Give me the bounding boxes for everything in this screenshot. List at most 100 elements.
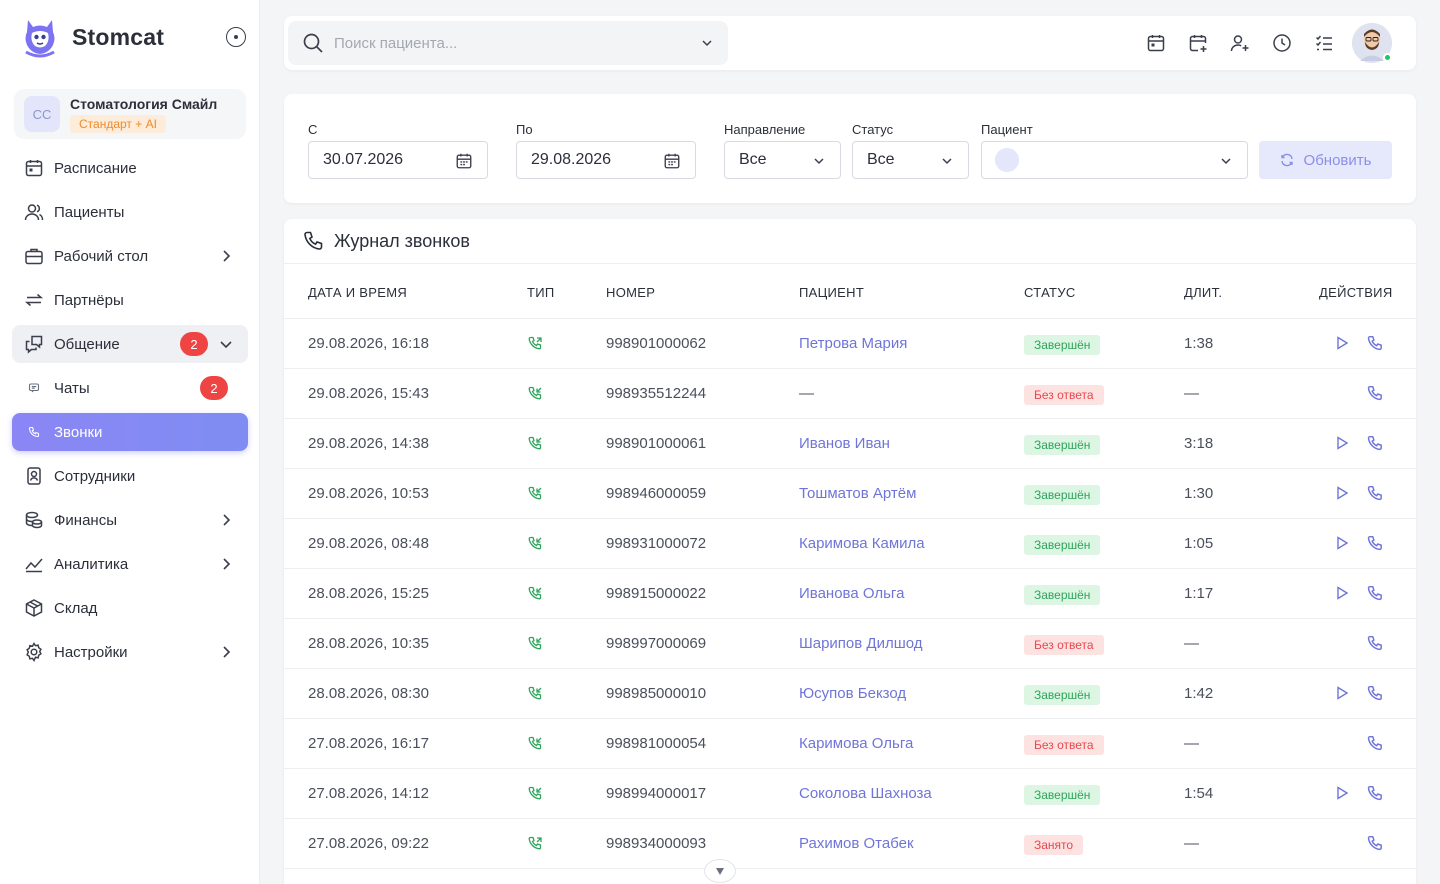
sidebar-item-finance[interactable]: Финансы <box>12 501 248 539</box>
column-header: СТАТУС <box>1024 285 1076 300</box>
incoming-call-icon <box>528 386 542 400</box>
call-back-icon[interactable] <box>1366 735 1384 753</box>
add-appointment-button[interactable] <box>1182 27 1214 59</box>
sidebar-item-analytics[interactable]: Аналитика <box>12 545 248 583</box>
clinic-switcher[interactable]: СС Стоматология Смайл Стандарт + AI <box>14 89 246 139</box>
table-row[interactable]: 27.08.2026, 16:17 998981000054 Каримова Ол… <box>284 719 1416 769</box>
call-datetime: 29.08.2026, 08:48 <box>308 535 429 552</box>
play-recording-icon[interactable] <box>1334 685 1350 701</box>
call-back-icon[interactable] <box>1366 385 1384 403</box>
chevron-right-icon <box>223 250 231 262</box>
outgoing-call-icon <box>528 836 542 850</box>
status-badge: Без ответа <box>1024 735 1104 755</box>
patient-search[interactable] <box>288 21 728 65</box>
table-row[interactable]: 27.08.2026, 14:12 998994000017 Соколова Ша… <box>284 769 1416 819</box>
play-recording-icon[interactable] <box>1334 585 1350 601</box>
status-select[interactable]: Все <box>852 141 969 179</box>
call-back-icon[interactable] <box>1366 585 1384 603</box>
table-row[interactable]: 27.08.2026, 09:22 998934000093 Рахимов Ота… <box>284 819 1416 869</box>
patient-link[interactable]: Тошматов Артём <box>799 485 916 502</box>
add-patient-button[interactable] <box>1224 27 1256 59</box>
table-row[interactable]: 29.08.2026, 08:48 998931000072 Каримова Ка… <box>284 519 1416 569</box>
table-row[interactable]: 28.08.2026, 15:25 998915000022 Иванова Оль… <box>284 569 1416 619</box>
search-icon <box>303 33 323 53</box>
call-log-title: Журнал звонков <box>334 230 470 251</box>
call-back-icon[interactable] <box>1366 835 1384 853</box>
play-recording-icon[interactable] <box>1334 535 1350 551</box>
play-recording-icon[interactable] <box>1334 435 1350 451</box>
patient-link[interactable]: Иванов Иван <box>799 435 890 452</box>
refresh-button[interactable]: Обновить <box>1259 141 1392 179</box>
sidebar-item-patients[interactable]: Пациенты <box>12 193 248 231</box>
table-row[interactable]: 29.08.2026, 15:43 998935512244 — Без ответа… <box>284 369 1416 419</box>
patient-link[interactable]: Шарипов Дилшод <box>799 635 923 652</box>
play-recording-icon[interactable] <box>1334 335 1350 351</box>
sidebar-item-partners[interactable]: Партнёры <box>12 281 248 319</box>
sidebar-collapse-button[interactable] <box>226 27 246 47</box>
outgoing-call-icon <box>528 336 542 350</box>
calendar-button[interactable] <box>1140 27 1172 59</box>
chat-icon <box>28 378 40 398</box>
sidebar-item-calls[interactable]: Звонки <box>12 413 248 451</box>
filters-panel: С 30.07.2026 По 29.08.2026 Направление В… <box>284 94 1416 203</box>
tasks-button[interactable] <box>1308 27 1340 59</box>
call-back-icon[interactable] <box>1366 785 1384 803</box>
patient-link[interactable]: Юсупов Бекзод <box>799 685 906 702</box>
call-back-icon[interactable] <box>1366 635 1384 653</box>
chat-bubbles-icon <box>24 334 44 354</box>
checklist-icon <box>1315 35 1332 51</box>
status-badge: Завершён <box>1024 335 1101 355</box>
incoming-call-icon <box>528 736 542 750</box>
call-back-icon[interactable] <box>1366 535 1384 553</box>
call-number: 998931000072 <box>606 535 707 552</box>
brand-name: Stomcat <box>72 23 165 50</box>
sidebar-item-schedule[interactable]: Расписание <box>12 149 248 187</box>
call-back-icon[interactable] <box>1366 435 1384 453</box>
table-row[interactable]: 28.08.2026, 10:35 998997000069 Шарипов Дил… <box>284 619 1416 669</box>
date-from-field[interactable]: 30.07.2026 <box>308 141 488 179</box>
incoming-call-icon <box>528 436 542 450</box>
column-header: ПАЦИЕНТ <box>799 285 865 300</box>
call-number: 998901000061 <box>606 435 707 452</box>
call-back-icon[interactable] <box>1366 485 1384 503</box>
direction-select[interactable]: Все <box>724 141 841 179</box>
play-recording-icon[interactable] <box>1334 785 1350 801</box>
sidebar-item-communication[interactable]: Общение 2 <box>12 325 248 363</box>
brand-logo[interactable]: Stomcat <box>22 16 164 58</box>
call-back-icon[interactable] <box>1366 685 1384 703</box>
column-header: ДАТА И ВРЕМЯ <box>308 285 408 300</box>
patient-link: — <box>799 385 814 402</box>
call-duration: 3:18 <box>1184 435 1214 452</box>
table-row[interactable]: 28.08.2026, 08:30 998985000010 Юсупов Бекз… <box>284 669 1416 719</box>
patient-link[interactable]: Петрова Мария <box>799 335 907 352</box>
sidebar-item-chats[interactable]: Чаты 2 <box>12 369 248 407</box>
sidebar-item-workspace[interactable]: Рабочий стол <box>12 237 248 275</box>
play-recording-icon[interactable] <box>1334 485 1350 501</box>
sidebar-item-settings[interactable]: Настройки <box>12 633 248 671</box>
sidebar-item-staff[interactable]: Сотрудники <box>12 457 248 495</box>
column-header: НОМЕР <box>606 285 656 300</box>
patient-link[interactable]: Рахимов Отабек <box>799 835 914 852</box>
history-button[interactable] <box>1266 27 1298 59</box>
table-row[interactable]: 29.08.2026, 14:38 998901000061 Иванов Иван… <box>284 419 1416 469</box>
sidebar-item-warehouse[interactable]: Склад <box>12 589 248 627</box>
patient-link[interactable]: Каримова Ольга <box>799 735 913 752</box>
chevron-down-icon <box>220 341 232 349</box>
sidebar-item-label: Общение <box>54 335 120 353</box>
patient-select[interactable] <box>981 141 1248 179</box>
chevron-down-icon[interactable] <box>700 36 714 50</box>
clinic-avatar: СС <box>24 96 60 132</box>
coins-icon <box>24 510 44 530</box>
user-avatar[interactable] <box>1352 23 1392 63</box>
briefcase-icon <box>24 246 44 266</box>
scroll-down-button[interactable] <box>704 859 736 883</box>
patient-avatar-placeholder <box>995 148 1019 172</box>
date-to-field[interactable]: 29.08.2026 <box>516 141 696 179</box>
table-row[interactable]: 29.08.2026, 16:18 998901000062 Петрова Мар… <box>284 319 1416 369</box>
table-row[interactable]: 29.08.2026, 10:53 998946000059 Тошматов Ар… <box>284 469 1416 519</box>
patient-link[interactable]: Иванова Ольга <box>799 585 904 602</box>
search-input[interactable] <box>334 34 674 52</box>
patient-link[interactable]: Соколова Шахноза <box>799 785 932 802</box>
patient-link[interactable]: Каримова Камила <box>799 535 925 552</box>
call-back-icon[interactable] <box>1366 335 1384 353</box>
